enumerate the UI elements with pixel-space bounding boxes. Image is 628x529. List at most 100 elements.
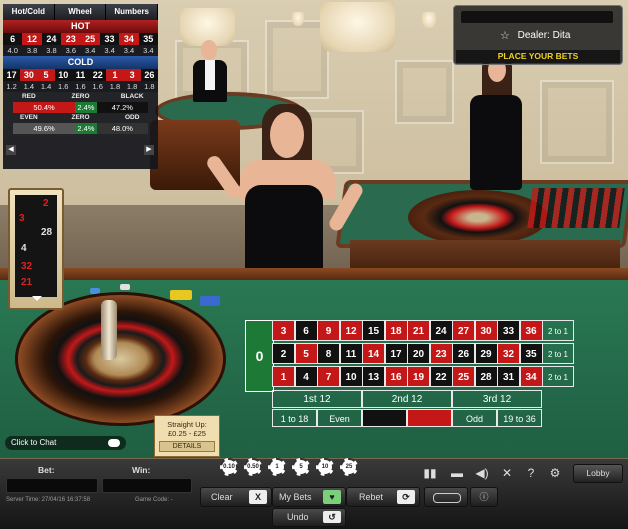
- my-bets-button[interactable]: My Bets ♥: [272, 487, 346, 507]
- bet-number-17[interactable]: 17: [384, 343, 408, 364]
- bet-number-12[interactable]: 12: [339, 320, 363, 341]
- bet-number-36[interactable]: 36: [519, 320, 543, 341]
- bet-number-2[interactable]: 2: [272, 343, 295, 364]
- bet-number-4[interactable]: 4: [294, 366, 318, 387]
- chip-5[interactable]: 5: [292, 458, 310, 476]
- close-icon: X: [249, 490, 267, 504]
- chat-icon[interactable]: ▬: [447, 464, 467, 482]
- volume-icon[interactable]: ◀): [472, 464, 492, 482]
- hot-count: 3.4: [123, 46, 135, 55]
- details-button[interactable]: DETAILS: [159, 441, 215, 452]
- bet-number-21[interactable]: 21: [407, 320, 430, 341]
- undo-button[interactable]: Undo ↺: [272, 508, 346, 527]
- bet-dozen[interactable]: 1st 12: [272, 390, 362, 408]
- chat-bar[interactable]: Click to Chat: [5, 436, 126, 450]
- bet-number-24[interactable]: 24: [429, 320, 453, 341]
- bet-number-10[interactable]: 10: [339, 366, 363, 387]
- hot-number: 23: [61, 33, 81, 45]
- bet-number-6[interactable]: 6: [294, 320, 318, 341]
- rebet-button[interactable]: Rebet ⟳: [346, 487, 420, 507]
- bet-number-32[interactable]: 32: [497, 343, 520, 364]
- bet-number-27[interactable]: 27: [452, 320, 475, 341]
- chip-0.10[interactable]: 0.10: [220, 458, 238, 476]
- chevron-down-icon[interactable]: [32, 296, 42, 301]
- bet-number-22[interactable]: 22: [429, 366, 453, 387]
- percentage-value: 50.4%: [13, 102, 76, 113]
- bet-number-8[interactable]: 8: [317, 343, 340, 364]
- bet-column-2-to-1[interactable]: 2 to 1: [542, 320, 574, 341]
- bet-number-29[interactable]: 29: [474, 343, 498, 364]
- history-number: 28: [41, 227, 53, 238]
- bet-number-30[interactable]: 30: [474, 320, 498, 341]
- racetrack-button[interactable]: [424, 487, 468, 507]
- bet-column-2-to-1[interactable]: 2 to 1: [542, 366, 574, 387]
- bet-number-28[interactable]: 28: [474, 366, 498, 387]
- stats-icon[interactable]: ▮▮: [420, 464, 440, 482]
- bet-number-9[interactable]: 9: [317, 320, 340, 341]
- bet-black[interactable]: [407, 409, 452, 427]
- help-icon[interactable]: ?: [521, 464, 541, 482]
- game-code: Game Code: -: [135, 497, 173, 503]
- bet-number-15[interactable]: 15: [362, 320, 385, 341]
- bet-number-11[interactable]: 11: [339, 343, 363, 364]
- bet-19-to-36[interactable]: 19 to 36: [497, 409, 542, 427]
- bet-number-1[interactable]: 1: [272, 366, 295, 387]
- bet-number-20[interactable]: 20: [407, 343, 430, 364]
- bet-number-16[interactable]: 16: [384, 366, 408, 387]
- undo-label: Undo: [287, 512, 309, 522]
- bet-number-35[interactable]: 35: [519, 343, 543, 364]
- limits-range: £0.25 - £25: [168, 429, 206, 438]
- fullscreen-icon[interactable]: ✕: [497, 464, 517, 482]
- hot-number: 35: [138, 33, 158, 45]
- bet-dozen[interactable]: 3rd 12: [452, 390, 542, 408]
- clear-button[interactable]: Clear X: [200, 487, 272, 507]
- bet-red[interactable]: [362, 409, 407, 427]
- percentage-heading: ODD: [124, 114, 140, 121]
- bet-odd[interactable]: Odd: [452, 409, 497, 427]
- bet-number-34[interactable]: 34: [519, 366, 543, 387]
- cold-count: 1.6: [92, 82, 103, 91]
- bet-amount-field: [6, 478, 98, 493]
- bet-1-to-18[interactable]: 1 to 18: [272, 409, 317, 427]
- cold-number: 10: [54, 69, 72, 81]
- chip-10[interactable]: 10: [316, 458, 334, 476]
- bet-number-23[interactable]: 23: [429, 343, 453, 364]
- bet-even[interactable]: Even: [317, 409, 362, 427]
- tab-hotcold[interactable]: Hot/Cold: [3, 4, 55, 20]
- chip-0.50[interactable]: 0.50: [244, 458, 262, 476]
- server-time: Server Time: 27/04/16 16:37:58: [6, 497, 91, 503]
- hot-title: HOT: [3, 20, 158, 33]
- chat-label: Click to Chat: [11, 438, 57, 447]
- chevron-right-icon[interactable]: ▶: [144, 145, 154, 155]
- bet-zero[interactable]: 0: [245, 320, 274, 392]
- chip-1[interactable]: 1: [268, 458, 286, 476]
- info-icon: ⓘ: [479, 492, 489, 502]
- bet-number-18[interactable]: 18: [384, 320, 408, 341]
- cold-number: 3: [123, 69, 141, 81]
- tab-wheel[interactable]: Wheel: [54, 4, 107, 20]
- lobby-button[interactable]: Lobby: [573, 464, 623, 483]
- roulette-wheel-turret: [101, 300, 117, 360]
- bet-number-7[interactable]: 7: [317, 366, 340, 387]
- bet-number-31[interactable]: 31: [497, 366, 520, 387]
- chevron-left-icon[interactable]: ◀: [6, 145, 16, 155]
- gear-icon[interactable]: ⚙: [545, 464, 565, 482]
- hot-number: 25: [80, 33, 100, 45]
- cold-count: 1.8: [109, 82, 121, 91]
- bet-number-3[interactable]: 3: [272, 320, 295, 341]
- chip-25[interactable]: 25: [340, 458, 358, 476]
- info-button[interactable]: ⓘ: [470, 487, 498, 507]
- bet-column-2-to-1[interactable]: 2 to 1: [542, 343, 574, 364]
- bet-number-26[interactable]: 26: [452, 343, 475, 364]
- cold-title: COLD: [3, 56, 158, 69]
- bet-number-13[interactable]: 13: [362, 366, 385, 387]
- bet-number-33[interactable]: 33: [497, 320, 520, 341]
- undo-icon: ↺: [323, 511, 341, 523]
- bet-number-14[interactable]: 14: [362, 343, 385, 364]
- bet-dozen[interactable]: 2nd 12: [362, 390, 452, 408]
- tab-numbers[interactable]: Numbers: [106, 4, 159, 20]
- bet-number-5[interactable]: 5: [294, 343, 318, 364]
- hot-count: 3.8: [26, 46, 38, 55]
- bet-number-19[interactable]: 19: [407, 366, 430, 387]
- bet-number-25[interactable]: 25: [452, 366, 475, 387]
